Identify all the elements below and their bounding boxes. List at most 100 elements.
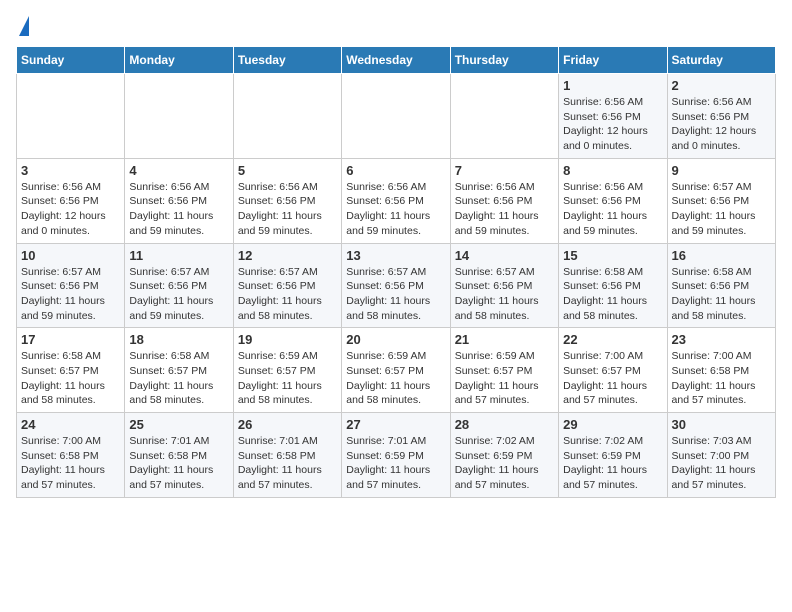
day-info: Sunrise: 7:00 AM Sunset: 6:58 PM Dayligh… [21, 434, 120, 493]
calendar-cell: 5Sunrise: 6:56 AM Sunset: 6:56 PM Daylig… [233, 158, 341, 243]
day-info: Sunrise: 6:58 AM Sunset: 6:57 PM Dayligh… [129, 349, 228, 408]
day-info: Sunrise: 6:58 AM Sunset: 6:56 PM Dayligh… [563, 265, 662, 324]
day-number: 10 [21, 248, 120, 263]
day-header-wednesday: Wednesday [342, 47, 450, 74]
calendar-cell: 15 Sunrise: 6:58 AM Sunset: 6:56 PM Dayli… [559, 243, 667, 328]
day-number: 23 [672, 332, 771, 347]
day-number: 21 [455, 332, 554, 347]
calendar-cell: 13 Sunrise: 6:57 AM Sunset: 6:56 PM Dayli… [342, 243, 450, 328]
day-info: Sunrise: 7:01 AM Sunset: 6:59 PM Dayligh… [346, 434, 445, 493]
calendar-cell: 12 Sunrise: 6:57 AM Sunset: 6:56 PM Dayli… [233, 243, 341, 328]
day-number: 30 [672, 417, 771, 432]
day-number: 17 [21, 332, 120, 347]
day-info: Sunrise: 7:00 AM Sunset: 6:57 PM Dayligh… [563, 349, 662, 408]
page-header [16, 16, 776, 38]
calendar-cell: 2Sunrise: 6:56 AM Sunset: 6:56 PM Daylig… [667, 74, 775, 159]
day-number: 4 [129, 163, 228, 178]
calendar-cell: 3 Sunrise: 6:56 AM Sunset: 6:56 PM Daylig… [17, 158, 125, 243]
day-info: Sunrise: 6:57 AM Sunset: 6:56 PM Dayligh… [21, 265, 120, 324]
day-number: 15 [563, 248, 662, 263]
calendar-week-row: 1Sunrise: 6:56 AM Sunset: 6:56 PM Daylig… [17, 74, 776, 159]
calendar-cell: 20 Sunrise: 6:59 AM Sunset: 6:57 PM Dayli… [342, 328, 450, 413]
day-info: Sunrise: 6:59 AM Sunset: 6:57 PM Dayligh… [238, 349, 337, 408]
calendar-cell [125, 74, 233, 159]
day-number: 18 [129, 332, 228, 347]
day-header-friday: Friday [559, 47, 667, 74]
day-number: 26 [238, 417, 337, 432]
day-info: Sunrise: 6:56 AM Sunset: 6:56 PM Dayligh… [563, 180, 662, 239]
day-info: Sunrise: 7:01 AM Sunset: 6:58 PM Dayligh… [129, 434, 228, 493]
calendar-cell [342, 74, 450, 159]
calendar-week-row: 3 Sunrise: 6:56 AM Sunset: 6:56 PM Daylig… [17, 158, 776, 243]
day-number: 6 [346, 163, 445, 178]
calendar-cell: 23 Sunrise: 7:00 AM Sunset: 6:58 PM Dayli… [667, 328, 775, 413]
calendar-cell: 4 Sunrise: 6:56 AM Sunset: 6:56 PM Daylig… [125, 158, 233, 243]
day-header-thursday: Thursday [450, 47, 558, 74]
day-number: 7 [455, 163, 554, 178]
calendar-cell: 22 Sunrise: 7:00 AM Sunset: 6:57 PM Dayli… [559, 328, 667, 413]
calendar-cell [450, 74, 558, 159]
day-number: 20 [346, 332, 445, 347]
calendar-cell: 28Sunrise: 7:02 AM Sunset: 6:59 PM Dayli… [450, 413, 558, 498]
day-header-saturday: Saturday [667, 47, 775, 74]
day-header-tuesday: Tuesday [233, 47, 341, 74]
calendar-cell: 29 Sunrise: 7:02 AM Sunset: 6:59 PM Dayli… [559, 413, 667, 498]
day-number: 29 [563, 417, 662, 432]
calendar-cell: 10 Sunrise: 6:57 AM Sunset: 6:56 PM Dayli… [17, 243, 125, 328]
day-info: Sunrise: 6:56 AM Sunset: 6:56 PM Dayligh… [21, 180, 120, 239]
calendar-table: SundayMondayTuesdayWednesdayThursdayFrid… [16, 46, 776, 498]
day-info: Sunrise: 7:02 AM Sunset: 6:59 PM Dayligh… [455, 434, 554, 493]
day-info: Sunrise: 6:58 AM Sunset: 6:56 PM Dayligh… [672, 265, 771, 324]
day-number: 13 [346, 248, 445, 263]
calendar-cell: 14 Sunrise: 6:57 AM Sunset: 6:56 PM Dayli… [450, 243, 558, 328]
calendar-cell: 9 Sunrise: 6:57 AM Sunset: 6:56 PM Daylig… [667, 158, 775, 243]
calendar-cell: 16Sunrise: 6:58 AM Sunset: 6:56 PM Dayli… [667, 243, 775, 328]
day-number: 14 [455, 248, 554, 263]
logo-triangle-icon [19, 16, 29, 36]
day-info: Sunrise: 7:01 AM Sunset: 6:58 PM Dayligh… [238, 434, 337, 493]
day-number: 11 [129, 248, 228, 263]
calendar-cell [17, 74, 125, 159]
day-info: Sunrise: 6:57 AM Sunset: 6:56 PM Dayligh… [346, 265, 445, 324]
day-number: 2 [672, 78, 771, 93]
calendar-week-row: 17 Sunrise: 6:58 AM Sunset: 6:57 PM Dayli… [17, 328, 776, 413]
calendar-cell: 11 Sunrise: 6:57 AM Sunset: 6:56 PM Dayli… [125, 243, 233, 328]
day-info: Sunrise: 6:56 AM Sunset: 6:56 PM Dayligh… [346, 180, 445, 239]
calendar-cell: 7 Sunrise: 6:56 AM Sunset: 6:56 PM Daylig… [450, 158, 558, 243]
calendar-week-row: 24 Sunrise: 7:00 AM Sunset: 6:58 PM Dayli… [17, 413, 776, 498]
calendar-cell: 18 Sunrise: 6:58 AM Sunset: 6:57 PM Dayli… [125, 328, 233, 413]
day-info: Sunrise: 6:57 AM Sunset: 6:56 PM Dayligh… [129, 265, 228, 324]
day-header-monday: Monday [125, 47, 233, 74]
logo [16, 16, 29, 38]
day-number: 27 [346, 417, 445, 432]
day-info: Sunrise: 6:56 AM Sunset: 6:56 PM Dayligh… [129, 180, 228, 239]
calendar-cell: 21 Sunrise: 6:59 AM Sunset: 6:57 PM Dayli… [450, 328, 558, 413]
calendar-week-row: 10 Sunrise: 6:57 AM Sunset: 6:56 PM Dayli… [17, 243, 776, 328]
calendar-cell: 8 Sunrise: 6:56 AM Sunset: 6:56 PM Daylig… [559, 158, 667, 243]
day-info: Sunrise: 6:59 AM Sunset: 6:57 PM Dayligh… [455, 349, 554, 408]
day-info: Sunrise: 6:57 AM Sunset: 6:56 PM Dayligh… [238, 265, 337, 324]
day-header-sunday: Sunday [17, 47, 125, 74]
day-info: Sunrise: 6:56 AM Sunset: 6:56 PM Dayligh… [563, 95, 662, 154]
day-number: 9 [672, 163, 771, 178]
day-number: 5 [238, 163, 337, 178]
calendar-cell: 6 Sunrise: 6:56 AM Sunset: 6:56 PM Daylig… [342, 158, 450, 243]
day-info: Sunrise: 7:02 AM Sunset: 6:59 PM Dayligh… [563, 434, 662, 493]
day-info: Sunrise: 7:00 AM Sunset: 6:58 PM Dayligh… [672, 349, 771, 408]
day-number: 25 [129, 417, 228, 432]
calendar-cell: 19 Sunrise: 6:59 AM Sunset: 6:57 PM Dayli… [233, 328, 341, 413]
day-number: 3 [21, 163, 120, 178]
day-number: 12 [238, 248, 337, 263]
day-number: 8 [563, 163, 662, 178]
calendar-cell: 30Sunrise: 7:03 AM Sunset: 7:00 PM Dayli… [667, 413, 775, 498]
day-number: 19 [238, 332, 337, 347]
day-info: Sunrise: 6:59 AM Sunset: 6:57 PM Dayligh… [346, 349, 445, 408]
calendar-cell: 24 Sunrise: 7:00 AM Sunset: 6:58 PM Dayli… [17, 413, 125, 498]
day-number: 22 [563, 332, 662, 347]
day-info: Sunrise: 6:58 AM Sunset: 6:57 PM Dayligh… [21, 349, 120, 408]
day-info: Sunrise: 6:57 AM Sunset: 6:56 PM Dayligh… [672, 180, 771, 239]
calendar-header-row: SundayMondayTuesdayWednesdayThursdayFrid… [17, 47, 776, 74]
day-number: 24 [21, 417, 120, 432]
day-info: Sunrise: 6:56 AM Sunset: 6:56 PM Dayligh… [455, 180, 554, 239]
day-info: Sunrise: 6:57 AM Sunset: 6:56 PM Dayligh… [455, 265, 554, 324]
